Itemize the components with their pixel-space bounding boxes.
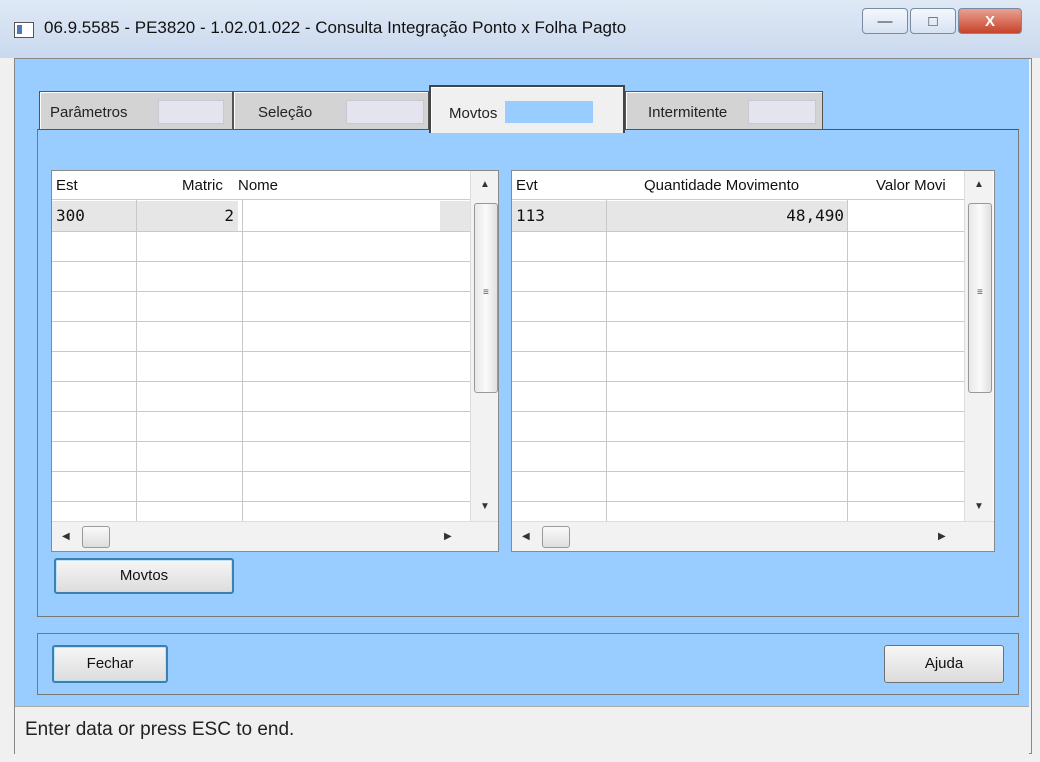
tab-field xyxy=(158,100,224,124)
scroll-down-arrow-icon[interactable]: ▼ xyxy=(974,501,984,512)
scroll-down-arrow-icon[interactable]: ▼ xyxy=(480,501,490,512)
table-row[interactable] xyxy=(512,381,964,412)
fechar-button[interactable]: Fechar xyxy=(52,645,168,683)
movtos-tab-panel: Est Matric Nome 300 2 ▲ ≡ ▼ ◀ ▶ Evt Quan… xyxy=(37,129,1019,617)
table-row[interactable] xyxy=(512,321,964,352)
table-row[interactable] xyxy=(512,261,964,292)
table-row[interactable]: 300 2 xyxy=(52,201,470,232)
cell-valor[interactable] xyxy=(848,201,964,231)
tab-label: Seleção xyxy=(258,104,313,121)
tab-field xyxy=(505,101,593,123)
close-button[interactable]: X xyxy=(958,8,1022,34)
tab-label: Intermitente xyxy=(648,104,728,121)
minimize-button[interactable]: — xyxy=(862,8,908,34)
vertical-scrollbar[interactable]: ▲ ≡ ▼ xyxy=(470,171,498,521)
title-bar: 06.9.5585 - PE3820 - 1.02.01.022 - Consu… xyxy=(0,0,1040,58)
ajuda-button[interactable]: Ajuda xyxy=(884,645,1004,683)
grid-header: Evt Quantidade Movimento Valor Movi xyxy=(512,171,964,200)
table-row[interactable] xyxy=(52,321,470,352)
table-row[interactable] xyxy=(52,381,470,412)
scroll-left-arrow-icon[interactable]: ◀ xyxy=(522,531,530,542)
scroll-left-arrow-icon[interactable]: ◀ xyxy=(62,531,70,542)
column-header-matric[interactable]: Matric xyxy=(182,177,223,194)
tab-field xyxy=(346,100,424,124)
horizontal-scrollbar[interactable]: ◀ ▶ xyxy=(52,521,498,551)
column-divider xyxy=(242,199,243,521)
scroll-thumb[interactable] xyxy=(82,526,110,548)
table-row[interactable]: 113 48,490 xyxy=(512,201,964,232)
tab-selecao[interactable]: Seleção xyxy=(233,91,429,130)
table-row[interactable] xyxy=(52,291,470,322)
right-grid[interactable]: Evt Quantidade Movimento Valor Movi 113 … xyxy=(511,170,995,552)
tab-movtos[interactable]: Movtos xyxy=(429,85,625,133)
table-row[interactable] xyxy=(52,441,470,472)
scroll-right-arrow-icon[interactable]: ▶ xyxy=(938,531,946,542)
table-row[interactable] xyxy=(52,471,470,502)
column-header-nome[interactable]: Nome xyxy=(238,177,278,194)
table-row[interactable] xyxy=(512,411,964,442)
cell-filler xyxy=(440,201,470,231)
column-divider xyxy=(847,199,848,521)
column-header-est[interactable]: Est xyxy=(56,177,78,194)
table-row[interactable] xyxy=(52,411,470,442)
table-row[interactable] xyxy=(512,351,964,382)
status-text: Enter data or press ESC to end. xyxy=(25,719,295,740)
scroll-thumb[interactable]: ≡ xyxy=(474,203,498,393)
vertical-scrollbar[interactable]: ▲ ≡ ▼ xyxy=(964,171,993,521)
scroll-thumb[interactable] xyxy=(542,526,570,548)
table-row[interactable] xyxy=(512,441,964,472)
scroll-thumb[interactable]: ≡ xyxy=(968,203,992,393)
cell-evt[interactable]: 113 xyxy=(512,201,608,231)
column-divider xyxy=(606,199,607,521)
tab-parametros[interactable]: Parâmetros xyxy=(39,91,233,130)
scroll-right-arrow-icon[interactable]: ▶ xyxy=(444,531,452,542)
window-client: Parâmetros Seleção Movtos Intermitente E… xyxy=(14,58,1032,754)
table-row[interactable] xyxy=(512,471,964,502)
column-header-evt[interactable]: Evt xyxy=(516,177,538,194)
window-title: 06.9.5585 - PE3820 - 1.02.01.022 - Consu… xyxy=(44,18,627,37)
column-header-quantidade[interactable]: Quantidade Movimento xyxy=(644,177,799,194)
cell-est[interactable]: 300 xyxy=(52,201,140,231)
app-icon[interactable] xyxy=(14,22,34,38)
tab-field xyxy=(748,100,816,124)
main-panel: Parâmetros Seleção Movtos Intermitente E… xyxy=(15,59,1029,706)
table-row[interactable] xyxy=(52,231,470,262)
cell-matric[interactable]: 2 xyxy=(136,201,238,231)
column-divider xyxy=(136,199,137,521)
action-bar: Fechar Ajuda xyxy=(37,633,1019,695)
table-row[interactable] xyxy=(512,291,964,322)
grip-icon: ≡ xyxy=(483,287,489,298)
column-header-valor[interactable]: Valor Movi xyxy=(876,177,946,194)
status-bar: Enter data or press ESC to end. xyxy=(15,706,1029,754)
maximize-button[interactable]: □ xyxy=(910,8,956,34)
tab-label: Parâmetros xyxy=(50,104,128,121)
grid-header: Est Matric Nome xyxy=(52,171,470,200)
grip-icon: ≡ xyxy=(977,287,983,298)
window-controls: — □ X xyxy=(860,8,1022,34)
tab-label: Movtos xyxy=(449,105,498,122)
scroll-up-arrow-icon[interactable]: ▲ xyxy=(974,179,984,190)
scroll-up-arrow-icon[interactable]: ▲ xyxy=(480,179,490,190)
tab-intermitente[interactable]: Intermitente xyxy=(625,91,823,130)
cell-nome[interactable] xyxy=(242,201,440,231)
table-row[interactable] xyxy=(52,261,470,292)
horizontal-scrollbar[interactable]: ◀ ▶ xyxy=(512,521,994,551)
left-grid[interactable]: Est Matric Nome 300 2 ▲ ≡ ▼ ◀ ▶ xyxy=(51,170,499,552)
cell-quantidade[interactable]: 48,490 xyxy=(608,201,848,231)
table-row[interactable] xyxy=(52,351,470,382)
table-row[interactable] xyxy=(512,231,964,262)
movtos-button[interactable]: Movtos xyxy=(54,558,234,594)
